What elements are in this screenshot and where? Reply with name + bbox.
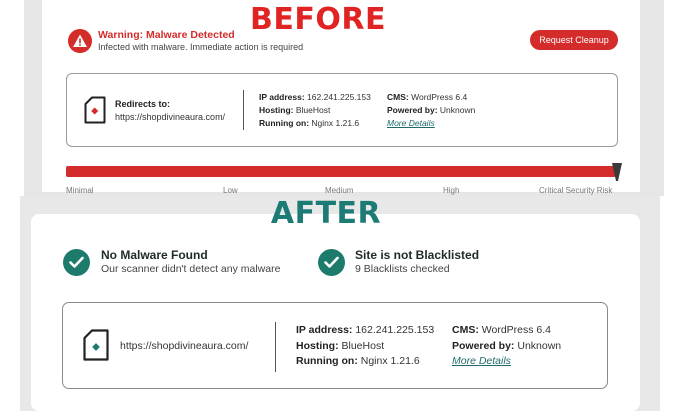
ip-value: 162.241.225.153 <box>355 324 435 336</box>
no-malware-title: No Malware Found <box>101 248 208 262</box>
powered-value: Unknown <box>439 105 476 115</box>
warning-title: Warning: Malware Detected <box>98 29 235 41</box>
check-circle-icon <box>63 249 90 276</box>
risk-label-low: Low <box>223 186 238 195</box>
after-cms-details: CMS: WordPress 6.4 Powered by: Unknown M… <box>452 323 561 370</box>
hosting-value: BlueHost <box>341 339 385 352</box>
hosting-label: Hosting: <box>296 339 339 352</box>
not-blacklisted-title: Site is not Blacklisted <box>355 248 480 262</box>
hosting-value: BlueHost <box>295 105 331 115</box>
after-site-info-card: https://shopdivineaura.com/ IP address: … <box>62 302 608 389</box>
divider <box>243 90 244 130</box>
before-cms-details: CMS: WordPress 6.4 Powered by: Unknown M… <box>387 91 475 130</box>
cms-label: CMS: <box>387 92 409 102</box>
divider <box>275 322 276 372</box>
redirects-url: https://shopdivineaura.com/ <box>115 112 226 122</box>
hosting-label: Hosting: <box>259 105 294 115</box>
site-file-icon <box>84 96 106 124</box>
check-circle-icon <box>318 249 345 276</box>
more-details-link[interactable]: More Details <box>387 118 435 128</box>
powered-value: Unknown <box>517 339 562 352</box>
cms-value: WordPress 6.4 <box>481 324 552 336</box>
risk-label-critical: Critical Security Risk <box>539 186 613 195</box>
powered-label: Powered by: <box>452 339 515 352</box>
site-url: https://shopdivineaura.com/ <box>120 340 249 352</box>
request-cleanup-button[interactable]: Request Cleanup <box>530 30 618 50</box>
ip-label: IP address: <box>259 92 305 102</box>
redirects-label: Redirects to: <box>115 99 171 109</box>
site-file-icon <box>83 329 109 361</box>
security-risk-bar <box>66 166 616 177</box>
running-label: Running on: <box>259 118 310 128</box>
powered-label: Powered by: <box>387 105 438 115</box>
running-value: Nginx 1.21.6 <box>311 118 360 128</box>
warning-icon <box>68 29 92 53</box>
ip-label: IP address: <box>296 324 353 336</box>
before-site-info-card: Redirects to: https://shopdivineaura.com… <box>66 73 618 147</box>
cms-label: CMS: <box>452 324 479 336</box>
running-value: Nginx 1.21.6 <box>360 355 420 367</box>
warning-subtitle: Infected with malware. Immediate action … <box>98 42 304 52</box>
no-malware-subtitle: Our scanner didn't detect any malware <box>101 263 281 275</box>
not-blacklisted-subtitle: 9 Blacklists checked <box>355 263 450 275</box>
risk-label-medium: Medium <box>325 186 354 195</box>
risk-label-high: High <box>443 186 460 195</box>
risk-marker-icon <box>612 163 622 181</box>
more-details-link[interactable]: More Details <box>452 355 511 367</box>
after-heading: AFTER <box>270 196 382 231</box>
before-host-details: IP address: 162.241.225.153 Hosting: Blu… <box>259 91 371 130</box>
ip-value: 162.241.225.153 <box>307 92 371 102</box>
running-label: Running on: <box>296 355 358 367</box>
after-host-details: IP address: 162.241.225.153 Hosting: Blu… <box>296 323 434 370</box>
cms-value: WordPress 6.4 <box>411 92 468 102</box>
risk-label-minimal: Minimal <box>66 186 94 195</box>
